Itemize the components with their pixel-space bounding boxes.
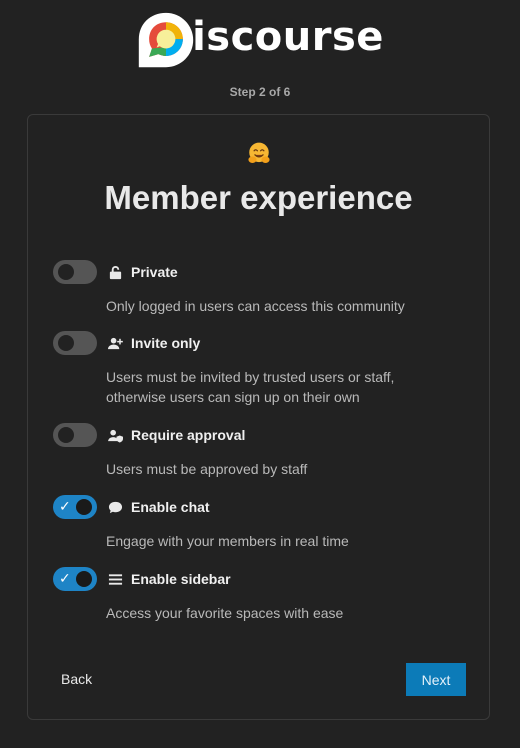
bars-icon — [107, 571, 123, 587]
page-title: Member experience — [104, 179, 413, 216]
user-plus-icon — [107, 335, 123, 351]
invite-only-toggle[interactable] — [53, 331, 97, 355]
option-enable-sidebar: ✓ Enable sidebar Access your favorite sp… — [53, 567, 473, 623]
check-icon: ✓ — [59, 571, 71, 587]
toggle-knob — [76, 571, 92, 587]
enable-chat-toggle[interactable]: ✓ — [53, 495, 97, 519]
enable-sidebar-toggle[interactable]: ✓ — [53, 567, 97, 591]
toggle-knob — [58, 427, 74, 443]
unlock-icon — [107, 264, 123, 280]
option-description: Access your favorite spaces with ease — [106, 605, 344, 621]
toggle-knob — [58, 335, 74, 351]
option-require-approval: Require approval Users must be approved … — [53, 423, 473, 479]
option-invite-only: Invite only Users must be invited by tru… — [53, 331, 473, 407]
setup-wizard-page: iscourse Step 2 of 6 Member experience P… — [0, 0, 520, 748]
check-icon: ✓ — [59, 499, 71, 515]
option-enable-chat: ✓ Enable chat Engage with your members i… — [53, 495, 473, 551]
option-label: Enable sidebar — [131, 571, 231, 587]
back-button[interactable]: Back — [61, 671, 92, 687]
toggle-knob — [58, 264, 74, 280]
private-toggle[interactable] — [53, 260, 97, 284]
step-indicator: Step 2 of 6 — [229, 85, 291, 99]
option-description: Users must be approved by staff — [106, 461, 308, 477]
discourse-logo: iscourse — [0, 8, 520, 72]
toggle-knob — [76, 499, 92, 515]
logo-wordmark: iscourse — [192, 14, 384, 60]
option-description: Engage with your members in real time — [106, 533, 349, 549]
next-button[interactable]: Next — [406, 663, 466, 696]
option-description: Users must be invited by trusted users o… — [106, 369, 395, 405]
option-private: Private Only logged in users can access … — [53, 260, 473, 316]
option-label: Private — [131, 264, 178, 280]
hugging-face-emoji-icon — [247, 142, 270, 163]
comment-icon — [107, 499, 123, 515]
option-label: Invite only — [131, 335, 201, 351]
discourse-logo-icon — [138, 12, 194, 68]
option-label: Require approval — [131, 427, 246, 443]
require-approval-toggle[interactable] — [53, 423, 97, 447]
wizard-card: Member experience Private Only logged in… — [27, 114, 490, 720]
option-label: Enable chat — [131, 499, 210, 515]
option-description: Only logged in users can access this com… — [106, 298, 405, 314]
user-shield-icon — [107, 427, 123, 443]
